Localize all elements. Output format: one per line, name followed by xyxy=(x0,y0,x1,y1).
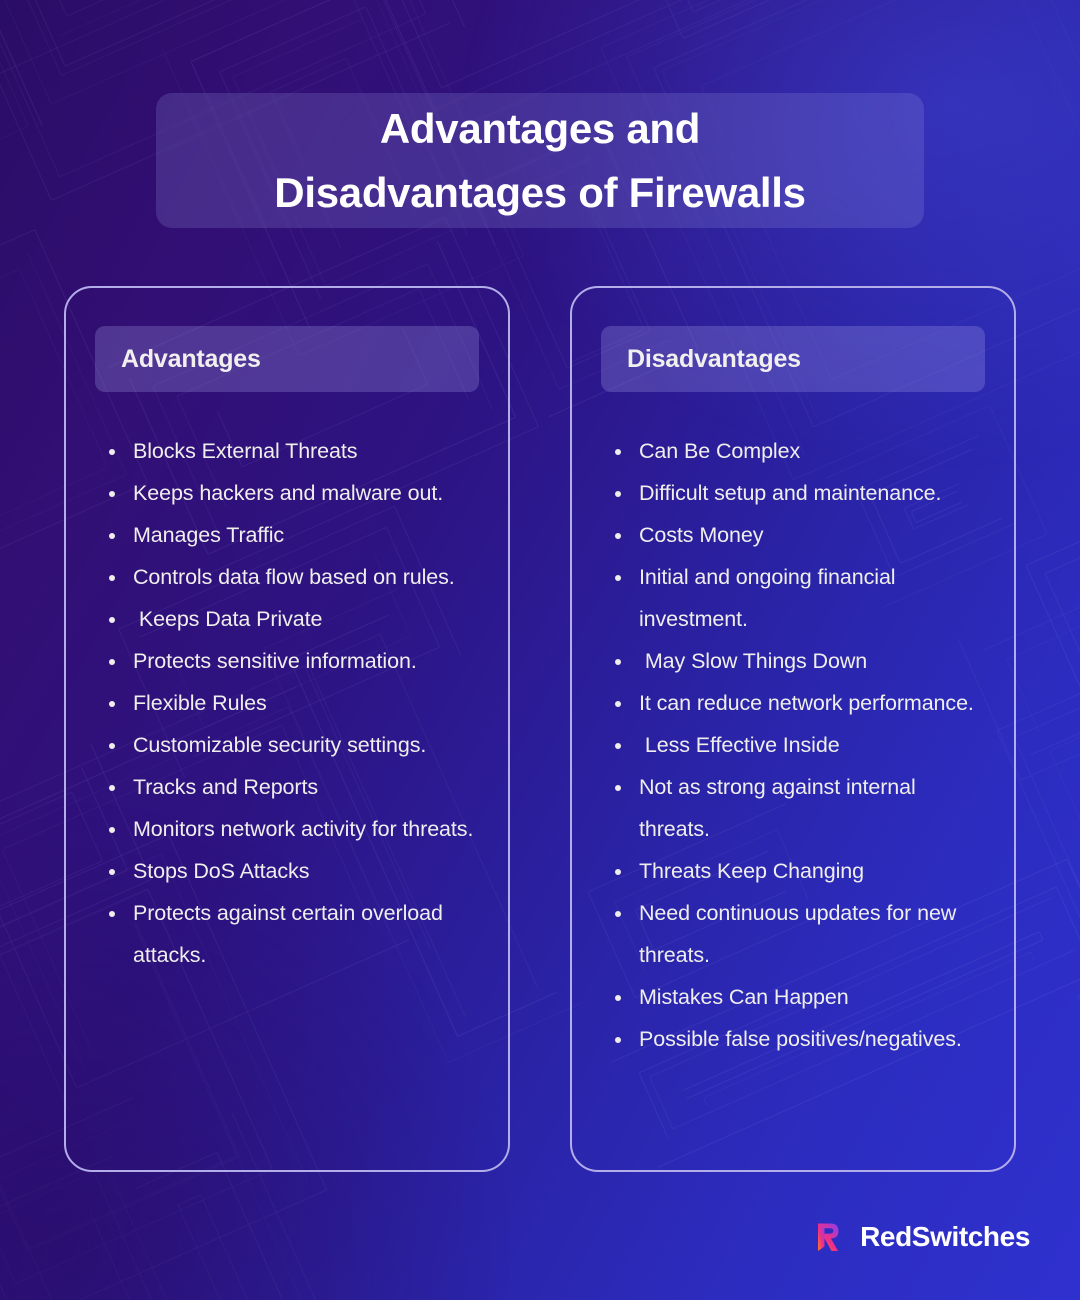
list-item: Keeps Data Private xyxy=(104,598,482,640)
advantages-header: Advantages xyxy=(95,326,479,392)
list-item: Less Effective Inside xyxy=(610,724,988,766)
list-item: Stops DoS Attacks xyxy=(104,850,482,892)
list-item: Customizable security settings. xyxy=(104,724,482,766)
disadvantages-card: Disadvantages Can Be Complex Difficult se… xyxy=(570,286,1016,1172)
list-item: Protects against certain overload attack… xyxy=(104,892,482,976)
advantages-list: Blocks External Threats Keeps hackers and… xyxy=(66,430,508,976)
list-item: Difficult setup and maintenance. xyxy=(610,472,988,514)
list-item: Costs Money xyxy=(610,514,988,556)
list-item: Not as strong against internal threats. xyxy=(610,766,988,850)
list-item: Initial and ongoing financial investment… xyxy=(610,556,988,640)
advantages-card: Advantages Blocks External Threats Keeps … xyxy=(64,286,510,1172)
list-item: Protects sensitive information. xyxy=(104,640,482,682)
list-item: Manages Traffic xyxy=(104,514,482,556)
advantages-header-label: Advantages xyxy=(121,344,261,373)
list-item: Monitors network activity for threats. xyxy=(104,808,482,850)
list-item: Tracks and Reports xyxy=(104,766,482,808)
list-item: May Slow Things Down xyxy=(610,640,988,682)
list-item: Possible false positives/negatives. xyxy=(610,1018,988,1060)
brand-logo: RedSwitches xyxy=(813,1220,1030,1254)
list-item: Mistakes Can Happen xyxy=(610,976,988,1018)
brand-name: RedSwitches xyxy=(860,1221,1030,1252)
list-item: Keeps hackers and malware out. xyxy=(104,472,482,514)
infographic-page: Advantages and Disadvantages of Firewall… xyxy=(0,0,1080,1300)
comparison-columns: Advantages Blocks External Threats Keeps … xyxy=(64,286,1016,1172)
list-item: Blocks External Threats xyxy=(104,430,482,472)
list-item: Threats Keep Changing xyxy=(610,850,988,892)
page-title-line-1: Advantages and xyxy=(379,104,701,152)
disadvantages-header-label: Disadvantages xyxy=(627,344,801,373)
list-item: It can reduce network performance. xyxy=(610,682,988,724)
disadvantages-header: Disadvantages xyxy=(601,326,985,392)
list-item: Flexible Rules xyxy=(104,682,482,724)
list-item: Can Be Complex xyxy=(610,430,988,472)
disadvantages-list: Can Be Complex Difficult setup and mainte… xyxy=(572,430,1014,1060)
redswitches-arrow-mark-icon xyxy=(818,1223,839,1251)
page-title-line-2: Disadvantages of Firewalls xyxy=(274,168,806,216)
title-banner: Advantages and Disadvantages of Firewall… xyxy=(156,93,924,228)
list-item: Controls data flow based on rules. xyxy=(104,556,482,598)
list-item: Need continuous updates for new threats. xyxy=(610,892,988,976)
